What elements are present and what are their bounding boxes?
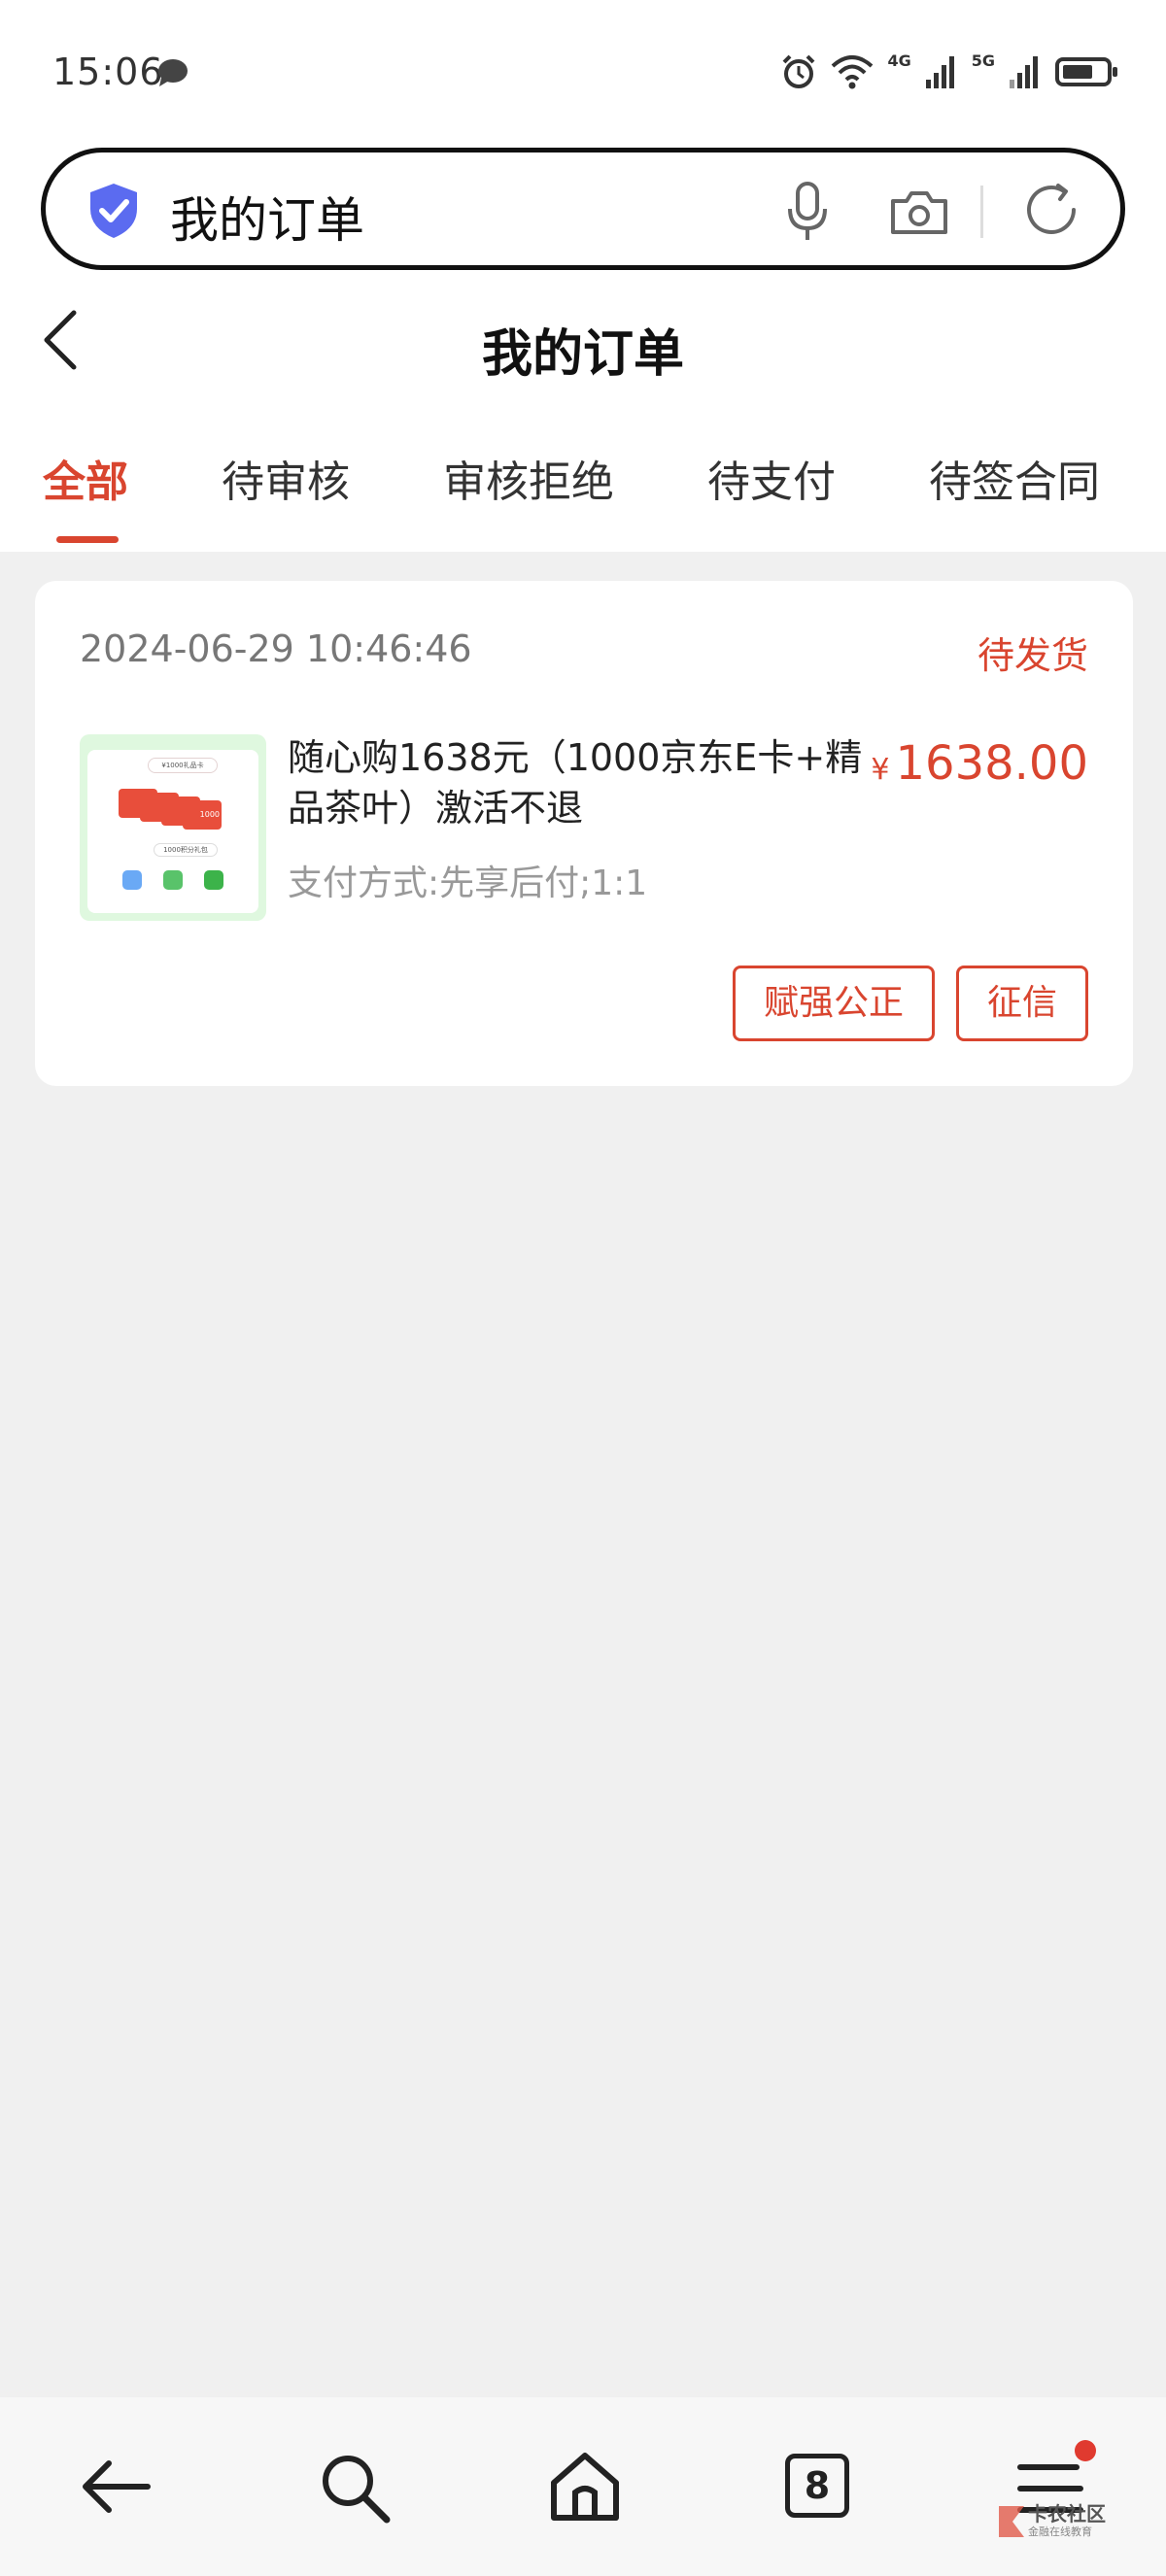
signal-icon-1	[925, 56, 954, 88]
watermark-subtext: 金融在线教育	[1028, 2525, 1092, 2538]
search-icon[interactable]	[317, 2450, 393, 2525]
shield-icon	[90, 184, 137, 238]
network-5g-label: 5G	[971, 51, 995, 70]
order-card[interactable]: 2024-06-29 10:46:46 待发货 ¥1000礼品卡 1000 10…	[35, 581, 1133, 1086]
tab-all[interactable]: 全部	[43, 447, 128, 509]
active-tab-indicator	[56, 536, 119, 543]
tab-pending-review[interactable]: 待审核	[222, 447, 350, 509]
home-icon[interactable]	[548, 2450, 622, 2524]
menu-notification-badge	[1075, 2440, 1096, 2461]
alarm-icon	[783, 54, 815, 88]
camera-icon[interactable]	[889, 187, 949, 236]
signal-icon-2	[1010, 56, 1038, 88]
payment-method: 支付方式:先享后付;1:1	[288, 864, 648, 903]
network-4g-label: 4G	[887, 51, 911, 70]
page-title: 我的订单	[481, 325, 684, 384]
search-bar[interactable]: 我的订单	[41, 148, 1125, 270]
bottom-nav: 8 卡农社区 金融在线教育	[0, 2397, 1166, 2576]
search-input[interactable]: 我的订单	[170, 182, 364, 252]
status-bar: 15:06 4G 5G	[0, 0, 1166, 146]
watermark: 卡农社区 金融在线教育	[995, 2498, 1121, 2557]
microphone-icon[interactable]	[784, 182, 831, 242]
watermark-text: 卡农社区	[1028, 2502, 1106, 2525]
back-icon[interactable]	[80, 2450, 154, 2524]
price-value: 1638.00	[895, 736, 1089, 791]
thumbnail-play-icon	[163, 870, 183, 890]
notarization-button[interactable]: 赋强公正	[733, 966, 935, 1041]
thumbnail-mid-label: 1000积分礼包	[154, 843, 218, 857]
order-status: 待发货	[977, 634, 1088, 677]
thumbnail-card-4: 1000	[183, 800, 222, 830]
tab-review-rejected[interactable]: 审核拒绝	[443, 447, 614, 509]
wifi-icon	[832, 55, 874, 89]
tab-pending-contract[interactable]: 待签合同	[929, 447, 1100, 509]
order-tabs: 全部 待审核 审核拒绝 待支付 待签合同	[0, 447, 1166, 552]
refresh-icon[interactable]	[1021, 180, 1081, 240]
message-icon	[158, 59, 188, 86]
product-thumbnail[interactable]: ¥1000礼品卡 1000 1000积分礼包	[80, 734, 266, 921]
search-divider	[980, 186, 983, 238]
thumbnail-top-label: ¥1000礼品卡	[148, 758, 218, 773]
battery-icon	[1055, 57, 1117, 86]
product-title[interactable]: 随心购1638元（1000京东E卡+精品茶叶）激活不退	[288, 732, 871, 833]
status-icons: 4G 5G	[780, 51, 1119, 91]
order-time: 2024-06-29 10:46:46	[80, 627, 472, 670]
watermark-logo-icon	[999, 2506, 1024, 2537]
tab-pending-payment[interactable]: 待支付	[707, 447, 836, 509]
order-price: ¥1638.00	[871, 736, 1088, 791]
tabs-count-button[interactable]: 8	[785, 2454, 849, 2518]
status-time: 15:06	[52, 51, 164, 93]
thumbnail-app-icon-2	[204, 870, 223, 890]
credit-report-button[interactable]: 征信	[956, 966, 1088, 1041]
currency-symbol: ¥	[871, 753, 890, 787]
thumbnail-app-icon-1	[122, 870, 142, 890]
